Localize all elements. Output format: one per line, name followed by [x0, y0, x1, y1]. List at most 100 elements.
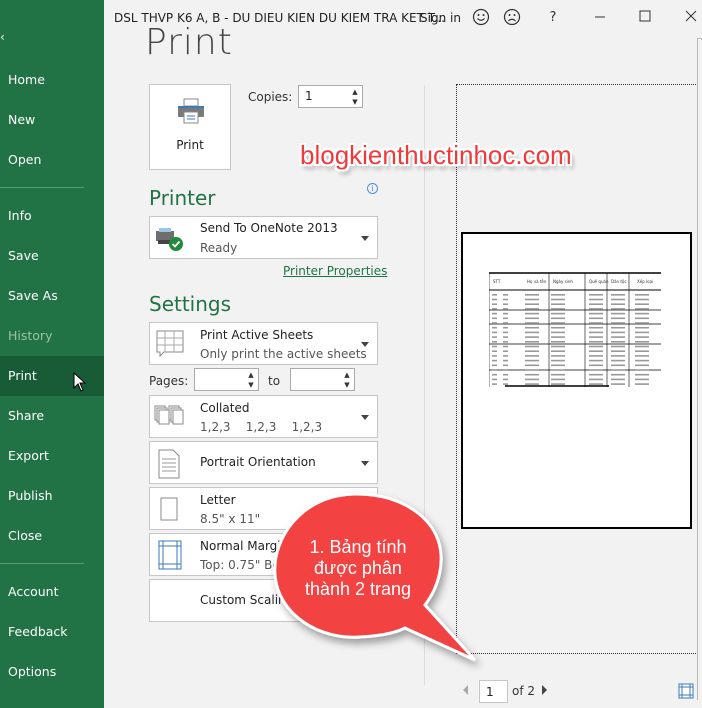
sidebar-item-share[interactable]: Share: [0, 396, 104, 436]
table-cell-text: [503, 294, 508, 296]
table-cell-text: [589, 294, 603, 296]
table-header-cell: Quê quán: [589, 279, 609, 284]
sidebar-item-info[interactable]: Info: [0, 196, 104, 236]
table-cell-text: [589, 369, 603, 371]
print-what-select[interactable]: Print Active Sheets Only print the activ…: [149, 322, 378, 365]
table-cell-text: [635, 308, 649, 310]
next-page-icon[interactable]: [542, 685, 547, 695]
table-cell-text: [525, 336, 539, 338]
table-cell-text: [492, 331, 497, 334]
sheet-grid-icon: [156, 330, 184, 358]
table-cell-text: [589, 312, 603, 315]
sign-in-link[interactable]: Sign in: [420, 11, 461, 25]
table-cell-text: [492, 336, 497, 338]
chevron-down-icon: [361, 236, 369, 241]
orientation-title: Portrait Orientation: [200, 455, 316, 469]
table-cell-text: [611, 378, 625, 381]
sidebar-item-close[interactable]: Close: [0, 516, 104, 556]
table-cell-text: [635, 350, 649, 352]
printer-properties-link[interactable]: Printer Properties: [283, 264, 387, 278]
minimize-icon[interactable]: [590, 8, 610, 28]
table-cell-text: [551, 364, 565, 367]
spin-down-icon[interactable]: ▼: [343, 381, 351, 389]
table-cell-text: [503, 383, 508, 385]
print-button[interactable]: Print: [149, 84, 231, 170]
orientation-select[interactable]: Portrait Orientation: [149, 441, 378, 484]
sidebar-item-open[interactable]: Open: [0, 140, 104, 180]
sidebar-item-save[interactable]: Save: [0, 236, 104, 276]
table-cell-text: [589, 317, 603, 320]
spin-down-icon[interactable]: ▼: [351, 98, 359, 106]
sidebar-item-feedback[interactable]: Feedback: [0, 612, 104, 652]
spin-up-icon[interactable]: ▲: [351, 88, 359, 96]
watermark-text: blogkienthuctinhoc.com: [300, 140, 572, 170]
table-cell-text: [551, 369, 565, 371]
collation-select[interactable]: Collated 1,2,3 1,2,3 1,2,3: [149, 395, 378, 438]
printer-name: Send To OneNote 2013: [200, 221, 338, 235]
pages-from-input[interactable]: ▲ ▼: [194, 368, 259, 391]
close-icon[interactable]: [681, 8, 701, 28]
table-cell-text: [589, 359, 603, 362]
sidebar-item-save-as[interactable]: Save As: [0, 276, 104, 316]
table-cell-text: [492, 317, 497, 320]
copies-input[interactable]: 1 ▲ ▼: [298, 85, 363, 108]
sidebar-item-options[interactable]: Options: [0, 652, 104, 692]
back-arrow-icon[interactable]: ‹: [0, 30, 5, 44]
table-cell-text: [492, 369, 497, 371]
sidebar-item-history[interactable]: History: [0, 316, 104, 356]
help-icon[interactable]: ?: [543, 8, 563, 28]
sidebar-item-account[interactable]: Account: [0, 572, 104, 612]
table-cell-text: [525, 303, 539, 305]
table-cell-text: [635, 383, 649, 385]
table-cell-text: [611, 331, 625, 334]
print-what-title: Print Active Sheets: [200, 328, 314, 342]
table-cell-text: [611, 317, 625, 320]
table-cell-text: [525, 383, 539, 385]
printer-select[interactable]: Send To OneNote 2013 Ready: [149, 216, 378, 259]
table-cell-text: [492, 303, 497, 305]
frown-icon[interactable]: [502, 8, 522, 28]
chevron-down-icon: [361, 342, 369, 347]
table-cell-text: [589, 298, 603, 301]
show-margins-icon[interactable]: [678, 683, 694, 699]
pages-label: Pages:: [149, 374, 189, 388]
spin-down-icon[interactable]: ▼: [247, 381, 255, 389]
sidebar-item-publish[interactable]: Publish: [0, 476, 104, 516]
page-title: Print: [145, 22, 233, 63]
table-cell-text: [589, 303, 603, 305]
table-cell-text: [551, 312, 565, 315]
current-page-input[interactable]: 1: [479, 680, 508, 703]
table-cell-text: [635, 326, 649, 329]
pages-to-input[interactable]: ▲ ▼: [290, 368, 355, 391]
table-cell-text: [525, 294, 539, 296]
paper-subtitle: 8.5" x 11": [200, 512, 261, 526]
sidebar-item-new[interactable]: New: [0, 100, 104, 140]
collated-pages-icon: [154, 405, 184, 425]
table-cell-text: [525, 331, 539, 334]
chevron-down-icon: [361, 461, 369, 466]
table-cell-text: [589, 326, 603, 329]
paper-size-select[interactable]: Letter 8.5" x 11": [149, 487, 378, 530]
table-cell-text: [611, 341, 625, 343]
preview-scrollbar[interactable]: [697, 40, 702, 700]
table-cell-text: [551, 345, 565, 348]
table-cell-text: [503, 322, 508, 324]
table-cell-text: [611, 312, 625, 315]
info-icon[interactable]: i: [367, 183, 378, 194]
print-what-subtitle: Only print the active sheets: [200, 347, 367, 361]
previous-page-icon[interactable]: [463, 685, 468, 695]
table-cell-text: [635, 341, 649, 343]
table-cell-text: [635, 359, 649, 362]
table-cell-text: [611, 298, 625, 301]
callout-line: 1. Bảng tính: [309, 537, 407, 557]
sidebar-item-print[interactable]: Print: [0, 356, 104, 396]
sidebar-item-export[interactable]: Export: [0, 436, 104, 476]
table-cell-text: [589, 364, 603, 367]
sidebar-item-home[interactable]: Home: [0, 60, 104, 100]
spin-up-icon[interactable]: ▲: [247, 371, 255, 379]
table-cell-text: [551, 355, 565, 357]
smile-icon[interactable]: [471, 8, 491, 28]
page-count: of 2: [512, 684, 536, 698]
spin-up-icon[interactable]: ▲: [343, 371, 351, 379]
maximize-icon[interactable]: [635, 8, 655, 28]
